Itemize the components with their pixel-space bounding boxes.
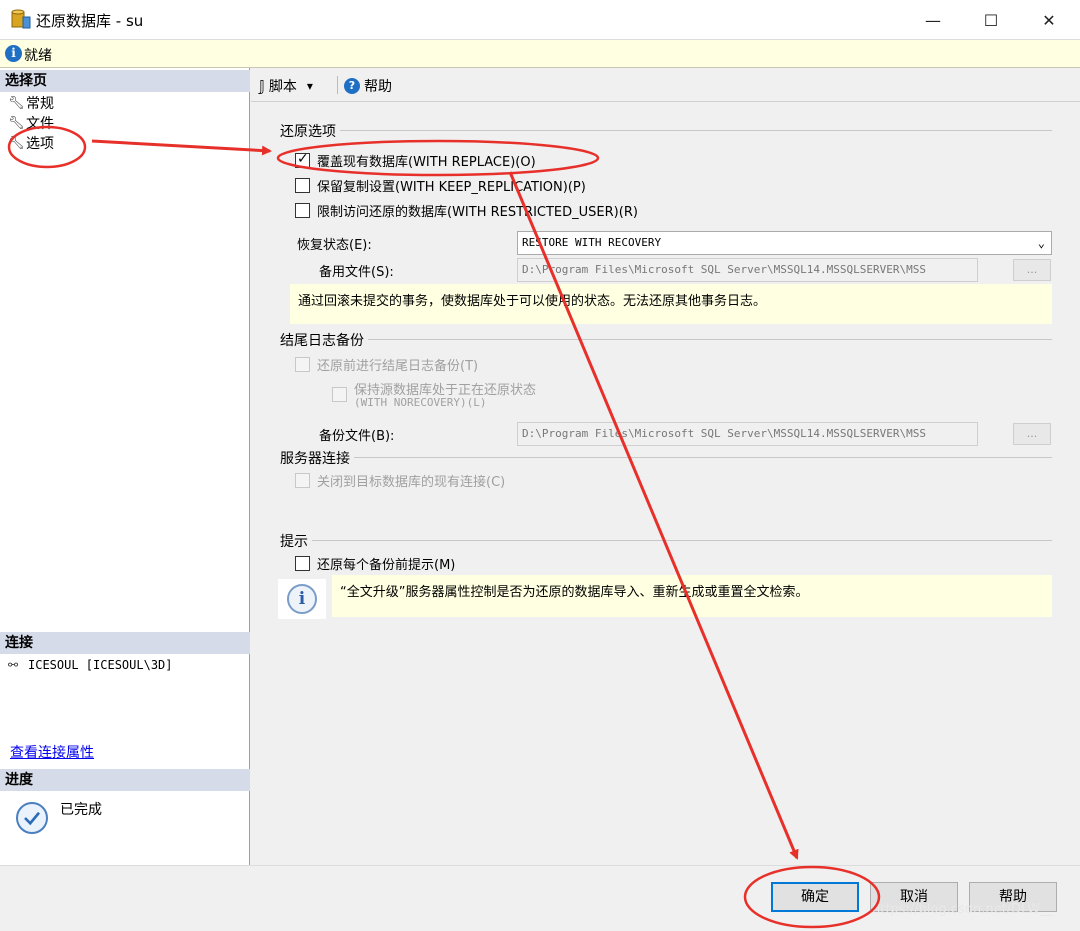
toolbar-separator — [337, 76, 338, 94]
page-item-label: 常规 — [26, 96, 54, 112]
backup-file-label: 备份文件(B): — [319, 429, 395, 444]
restricted-user-checkbox[interactable] — [295, 203, 310, 218]
tail-log-backup-option[interactable]: 还原前进行结尾日志备份(T) — [295, 355, 478, 374]
select-page-header: 选择页 — [0, 70, 250, 92]
window-title: 还原数据库 - su — [36, 12, 144, 30]
help-toolbar-button[interactable]: ? 帮助 — [344, 76, 392, 96]
leave-restoring-option[interactable]: 保持源数据库处于正在还原状态 (WITH NORECOVERY)(L) — [332, 379, 536, 409]
recovery-note: 通过回滚未提交的事务，使数据库处于可以使用的状态。无法还原其他事务日志。 — [290, 284, 1052, 324]
connection-text: ICESOUL [ICESOUL\3D] — [28, 658, 173, 672]
tail-log-backup-checkbox[interactable] — [295, 357, 310, 372]
overwrite-option[interactable]: 覆盖现有数据库(WITH REPLACE)(O) — [295, 151, 536, 170]
page-item-label: 选项 — [26, 136, 54, 152]
recovery-state-select[interactable]: RESTORE WITH RECOVERY ⌄ — [517, 231, 1052, 255]
backup-file-input[interactable]: D:\Program Files\Microsoft SQL Server\MS… — [517, 422, 978, 446]
page-item-general[interactable]: 🔧︎ 常规 — [8, 93, 54, 113]
group-divider — [280, 130, 1052, 131]
help-icon: ? — [344, 78, 360, 94]
fulltext-info: “全文升级”服务器属性控制是否为还原的数据库导入、重新生成或重置全文检索。 — [332, 575, 1052, 617]
group-divider — [280, 457, 1052, 458]
recovery-state-value: RESTORE WITH RECOVERY — [522, 236, 662, 249]
info-icon: i — [278, 579, 326, 619]
keep-replication-option[interactable]: 保留复制设置(WITH KEEP_REPLICATION)(P) — [295, 176, 586, 195]
info-icon: i — [5, 45, 22, 62]
connection-icon: ⚯ — [8, 658, 19, 672]
status-text: 就绪 — [24, 48, 52, 64]
help-label: 帮助 — [364, 79, 392, 95]
progress-status: 已完成 — [60, 802, 102, 818]
wrench-icon: 🔧︎ — [8, 115, 25, 131]
keep-replication-label: 保留复制设置(WITH KEEP_REPLICATION)(P) — [317, 180, 586, 195]
close-button[interactable]: ✕ — [1020, 0, 1078, 40]
script-icon: 𝕁 — [259, 77, 265, 95]
wrench-icon: 🔧︎ — [8, 135, 25, 151]
connection-header: 连接 — [0, 632, 250, 654]
chevron-down-icon[interactable]: ▾ — [307, 79, 313, 93]
database-app-icon — [11, 9, 31, 29]
page-item-options[interactable]: 🔧︎ 选项 — [8, 133, 54, 153]
standby-file-label: 备用文件(S): — [319, 265, 394, 280]
page-item-files[interactable]: 🔧︎ 文件 — [8, 113, 54, 133]
standby-file-input[interactable]: D:\Program Files\Microsoft SQL Server\MS… — [517, 258, 978, 282]
status-bar: i 就绪 — [0, 40, 1080, 68]
keep-replication-checkbox[interactable] — [295, 178, 310, 193]
leave-restoring-checkbox[interactable] — [332, 387, 347, 402]
tail-log-title: 结尾日志备份 — [280, 330, 368, 350]
restore-options-title: 还原选项 — [280, 121, 340, 141]
prompt-title: 提示 — [280, 531, 312, 551]
standby-browse-button[interactable]: ... — [1013, 259, 1051, 281]
prompt-each-checkbox[interactable] — [295, 556, 310, 571]
overwrite-label: 覆盖现有数据库(WITH REPLACE)(O) — [317, 155, 536, 170]
maximize-button[interactable]: ☐ — [962, 0, 1020, 40]
minimize-button[interactable]: — — [904, 0, 962, 40]
chevron-down-icon: ⌄ — [1037, 236, 1045, 250]
server-connections-title: 服务器连接 — [280, 448, 354, 468]
group-divider — [280, 540, 1052, 541]
restricted-user-label: 限制访问还原的数据库(WITH RESTRICTED_USER)(R) — [317, 205, 638, 220]
script-label: 脚本 — [268, 79, 297, 95]
recovery-state-label: 恢复状态(E): — [297, 238, 372, 253]
overwrite-checkbox[interactable] — [295, 151, 310, 168]
leave-restoring-sublabel: (WITH NORECOVERY)(L) — [354, 396, 487, 409]
wrench-icon: 🔧︎ — [8, 95, 25, 111]
backup-browse-button[interactable]: ... — [1013, 423, 1051, 445]
close-connections-label: 关闭到目标数据库的现有连接(C) — [317, 475, 506, 490]
close-connections-option[interactable]: 关闭到目标数据库的现有连接(C) — [295, 471, 505, 490]
prompt-each-option[interactable]: 还原每个备份前提示(M) — [295, 554, 455, 573]
close-connections-checkbox[interactable] — [295, 473, 310, 488]
toolbar: 𝕁 脚本 ▾ ? 帮助 — [251, 68, 1080, 102]
checkmark-icon — [16, 802, 48, 834]
group-divider — [280, 339, 1052, 340]
title-bar: 还原数据库 - su — ☐ ✕ — [0, 0, 1080, 40]
ok-button[interactable]: 确定 — [771, 882, 859, 912]
script-button[interactable]: 𝕁 脚本 ▾ — [259, 76, 313, 96]
progress-header: 进度 — [0, 769, 250, 791]
connection-info: ⚯ ICESOUL [ICESOUL\3D] — [8, 658, 173, 672]
tail-log-backup-label: 还原前进行结尾日志备份(T) — [317, 359, 479, 374]
left-panel: 选择页 🔧︎ 常规 🔧︎ 文件 🔧︎ 选项 连接 ⚯ ICESOUL [ICES… — [0, 68, 250, 865]
page-item-label: 文件 — [26, 116, 54, 132]
view-connection-properties-link[interactable]: 查看连接属性 — [10, 742, 94, 762]
restricted-user-option[interactable]: 限制访问还原的数据库(WITH RESTRICTED_USER)(R) — [295, 201, 638, 220]
watermark: https://blog.csdn.net/DLW__ — [872, 902, 1053, 917]
prompt-each-label: 还原每个备份前提示(M) — [317, 558, 456, 573]
